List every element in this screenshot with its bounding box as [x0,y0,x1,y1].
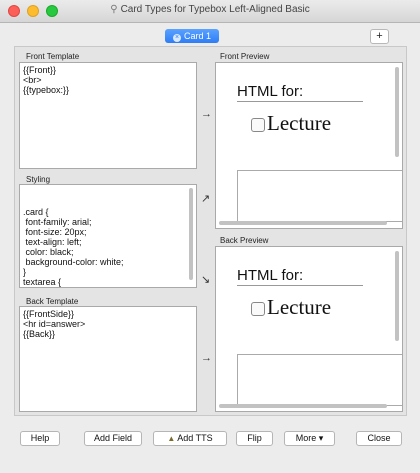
front-preview-vscrollbar[interactable] [395,67,399,157]
add-field-button[interactable]: Add Field [84,431,142,446]
flip-button[interactable]: Flip [236,431,273,446]
add-card-type-button[interactable]: + [370,29,389,44]
front-preview-label: Front Preview [220,52,270,61]
styling-content: .card { font-family: arial; font-size: 2… [23,207,124,287]
close-button[interactable]: Close [356,431,402,446]
front-preview-heading: HTML for: [237,83,363,102]
styling-down-arrow-icon: ↘ [201,274,211,286]
back-template-editor[interactable]: {{FrontSide}} <hr id=answer> {{Back}} [19,306,197,412]
front-arrow-icon: → [201,108,212,120]
title-bar: ⚲ Card Types for Typebox Left-Aligned Bas… [0,0,420,23]
front-preview-checkbox[interactable] [251,118,265,132]
tts-icon: ▲ [167,434,176,443]
back-preview-pane[interactable]: HTML for: Lecture [215,246,403,412]
close-tab-icon[interactable]: × [172,34,181,42]
more-button[interactable]: More ▾ [284,431,335,446]
back-preview-hscrollbar[interactable] [219,404,387,408]
help-button[interactable]: Help [20,431,60,446]
front-preview-hscrollbar[interactable] [219,221,387,225]
back-preview-textarea[interactable] [237,354,402,406]
editor-panel: Front Template {{Front}} <br> {{typebox:… [14,46,407,416]
back-preview-checkbox-label: Lecture [267,295,332,319]
styling-scrollbar[interactable] [189,188,193,280]
search-icon: ⚲ [110,4,118,15]
back-preview-label: Back Preview [220,236,269,245]
back-preview-vscrollbar[interactable] [395,251,399,341]
front-template-editor[interactable]: {{Front}} <br> {{typebox:}} [19,62,197,169]
back-preview-heading: HTML for: [237,267,363,286]
front-preview-checkbox-label: Lecture [267,111,332,135]
front-preview-textarea[interactable] [237,170,402,222]
back-preview-checkbox[interactable] [251,302,265,316]
tab-card-1-label: Card 1 [183,31,211,41]
window-title-text: Card Types for Typebox Left-Aligned Basi… [120,4,310,15]
styling-editor[interactable]: .card { font-family: arial; font-size: 2… [19,184,197,288]
styling-label: Styling [26,175,51,184]
window-title: ⚲ Card Types for Typebox Left-Aligned Bas… [0,4,420,15]
front-preview-pane[interactable]: HTML for: Lecture [215,62,403,229]
add-tts-label: Add TTS [177,433,213,443]
back-arrow-icon: → [201,352,212,364]
back-template-label: Back Template [26,297,79,306]
add-tts-button[interactable]: ▲ Add TTS [153,431,227,446]
styling-up-arrow-icon: ↗ [201,193,211,205]
front-template-label: Front Template [26,52,80,61]
tab-card-1[interactable]: × Card 1 [165,29,219,43]
